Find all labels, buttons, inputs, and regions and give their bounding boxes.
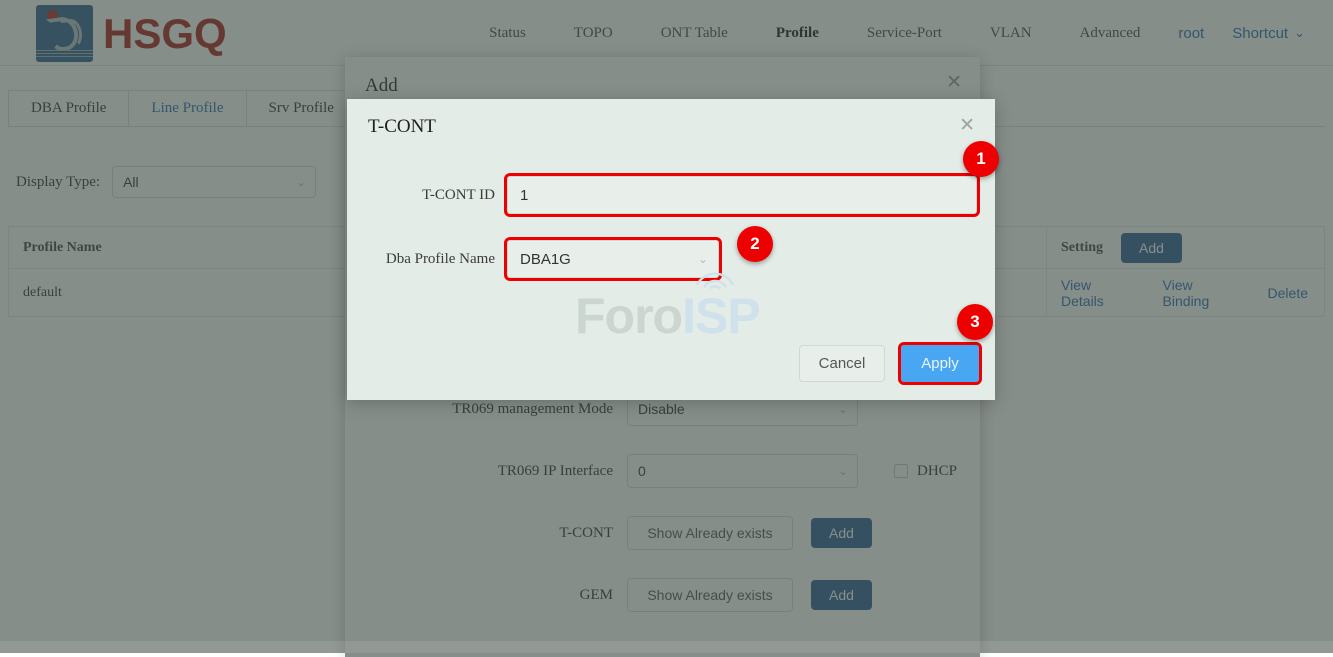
step-badge-2: 2 (737, 226, 773, 262)
watermark-text-isp: ISP (682, 287, 760, 345)
tcont-id-input[interactable]: 1 (507, 176, 977, 214)
step-badge-1: 1 (963, 141, 999, 177)
dba-profile-name-label: Dba Profile Name (355, 251, 507, 268)
field-row-dba-profile-name: Dba Profile Name DBA1G ⌄ (355, 240, 719, 278)
tcont-dialog: Foro ISP T-CONT ✕ T-CONT ID 1 Dba Profil… (347, 99, 995, 400)
dba-profile-name-select[interactable]: DBA1G ⌄ (507, 240, 719, 278)
cancel-button[interactable]: Cancel (799, 345, 885, 382)
field-row-tcont-id: T-CONT ID 1 (355, 176, 977, 214)
chevron-down-icon: ⌄ (698, 252, 708, 266)
apply-button[interactable]: Apply (901, 345, 979, 382)
tcont-id-label: T-CONT ID (355, 187, 507, 204)
foroisp-watermark: Foro ISP (575, 287, 760, 345)
tcont-dialog-footer: Cancel Apply (799, 345, 979, 382)
dba-profile-name-value: DBA1G (520, 251, 571, 268)
tcont-dialog-title: T-CONT (368, 116, 436, 138)
close-icon[interactable]: ✕ (959, 116, 975, 135)
watermark-text-foro: Foro (575, 287, 682, 345)
page-bottom-strip (0, 641, 1333, 653)
step-badge-3: 3 (957, 304, 993, 340)
